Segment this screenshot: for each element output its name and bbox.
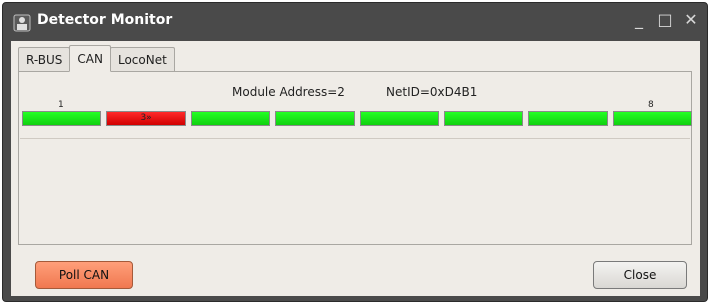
button-bar: Poll CAN Close xyxy=(11,251,700,296)
close-label: Close xyxy=(623,268,657,282)
tab-can[interactable]: CAN xyxy=(69,45,111,72)
detector-8 xyxy=(612,111,692,126)
tab-bar: R-BUS CAN LocoNet xyxy=(18,45,175,72)
window-controls: _ □ ✕ xyxy=(631,12,699,28)
close-icon[interactable]: ✕ xyxy=(683,12,699,28)
detector-5 xyxy=(359,111,439,126)
first-detector-label: 1 xyxy=(58,100,64,110)
detector-4 xyxy=(275,111,355,126)
close-button[interactable]: Close xyxy=(593,261,687,289)
detector-bar: 3» xyxy=(22,111,692,129)
detector-6 xyxy=(443,111,524,126)
poll-can-button[interactable]: Poll CAN xyxy=(35,261,133,289)
app-icon xyxy=(13,14,31,32)
minimize-icon[interactable]: _ xyxy=(631,12,647,28)
module-header: Module Address=2 NetID=0xD4B1 1 8 xyxy=(19,76,691,112)
title-bar[interactable]: Detector Monitor _ □ ✕ xyxy=(3,3,707,41)
module-address: Module Address=2 xyxy=(232,85,345,99)
detector-monitor-window: Detector Monitor _ □ ✕ R-BUS CAN LocoNet… xyxy=(2,2,708,302)
detector-7 xyxy=(528,111,608,126)
tab-loconet[interactable]: LocoNet xyxy=(109,47,175,71)
last-detector-label: 8 xyxy=(648,100,654,110)
window-title: Detector Monitor xyxy=(37,12,173,28)
poll-can-label: Poll CAN xyxy=(58,268,110,282)
panel-divider xyxy=(20,138,690,139)
maximize-icon[interactable]: □ xyxy=(657,12,673,28)
can-panel: Module Address=2 NetID=0xD4B1 1 8 3» xyxy=(18,71,692,245)
detector-3 xyxy=(190,111,271,126)
detector-1 xyxy=(22,111,102,126)
detector-2: 3» xyxy=(106,111,186,126)
net-id: NetID=0xD4B1 xyxy=(386,85,478,99)
tab-r-bus[interactable]: R-BUS xyxy=(18,47,71,71)
client-area: R-BUS CAN LocoNet Module Address=2 NetID… xyxy=(11,41,700,296)
